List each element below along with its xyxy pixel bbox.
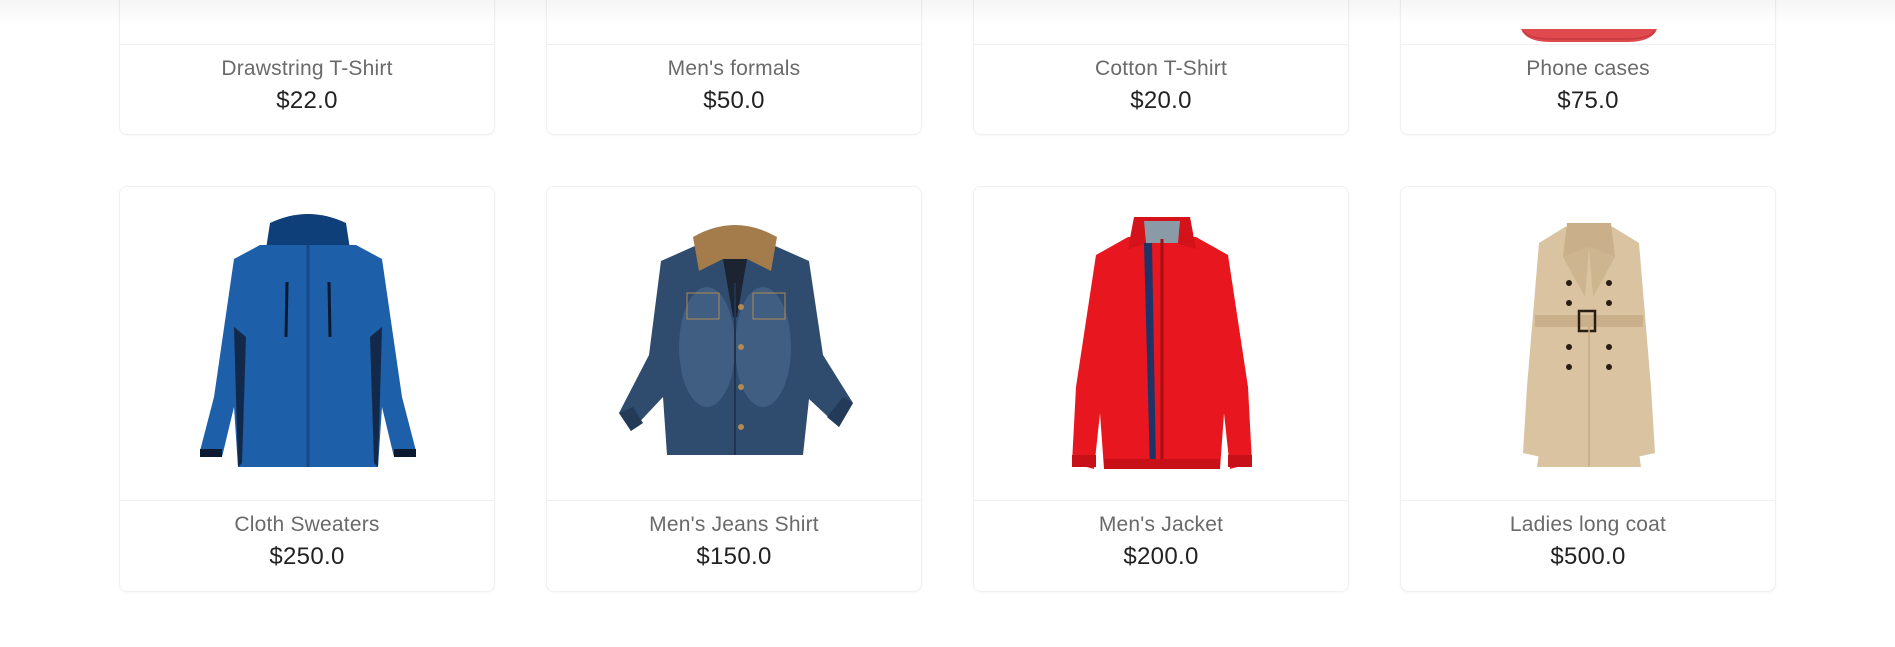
product-price: $20.0: [1130, 87, 1192, 114]
beige-trench-coat-image: [1523, 223, 1655, 467]
product-card[interactable]: Men's Jeans Shirt $150.0: [546, 186, 922, 592]
denim-jacket-image: [619, 225, 853, 455]
product-card[interactable]: Phone cases $75.0: [1400, 0, 1776, 135]
product-price: $250.0: [269, 543, 345, 570]
product-card[interactable]: Cotton T-Shirt $20.0: [973, 0, 1349, 135]
product-name[interactable]: Drawstring T-Shirt: [120, 57, 494, 81]
product-name[interactable]: Men's Jeans Shirt: [547, 513, 921, 537]
product-image[interactable]: [120, 187, 494, 501]
product-name[interactable]: Phone cases: [1401, 57, 1775, 81]
product-price: $200.0: [1123, 543, 1199, 570]
product-image[interactable]: [120, 0, 494, 45]
product-name[interactable]: Men's Jacket: [974, 513, 1348, 537]
phone-case-image: [1521, 29, 1657, 42]
product-card[interactable]: Men's formals $50.0: [546, 0, 922, 135]
red-jacket-image: [1072, 217, 1252, 469]
product-card[interactable]: Cloth Sweaters $250.0: [119, 186, 495, 592]
product-image[interactable]: [547, 0, 921, 45]
blue-jacket-image: [200, 214, 416, 467]
product-image[interactable]: [1401, 187, 1775, 501]
product-name[interactable]: Ladies long coat: [1401, 513, 1775, 537]
product-image[interactable]: [974, 187, 1348, 501]
product-image[interactable]: [547, 187, 921, 501]
product-card[interactable]: Drawstring T-Shirt $22.0: [119, 0, 495, 135]
product-name[interactable]: Cotton T-Shirt: [974, 57, 1348, 81]
product-card[interactable]: Men's Jacket $200.0: [973, 186, 1349, 592]
product-name[interactable]: Cloth Sweaters: [120, 513, 494, 537]
product-grid: Drawstring T-Shirt $22.0 Men's formals $…: [0, 0, 1895, 647]
product-price: $50.0: [703, 87, 765, 114]
product-price: $75.0: [1557, 87, 1619, 114]
product-price: $150.0: [696, 543, 772, 570]
product-price: $500.0: [1550, 543, 1626, 570]
product-card[interactable]: Ladies long coat $500.0: [1400, 186, 1776, 592]
product-name[interactable]: Men's formals: [547, 57, 921, 81]
product-image[interactable]: [974, 0, 1348, 45]
product-image[interactable]: [1401, 0, 1775, 45]
product-price: $22.0: [276, 87, 338, 114]
